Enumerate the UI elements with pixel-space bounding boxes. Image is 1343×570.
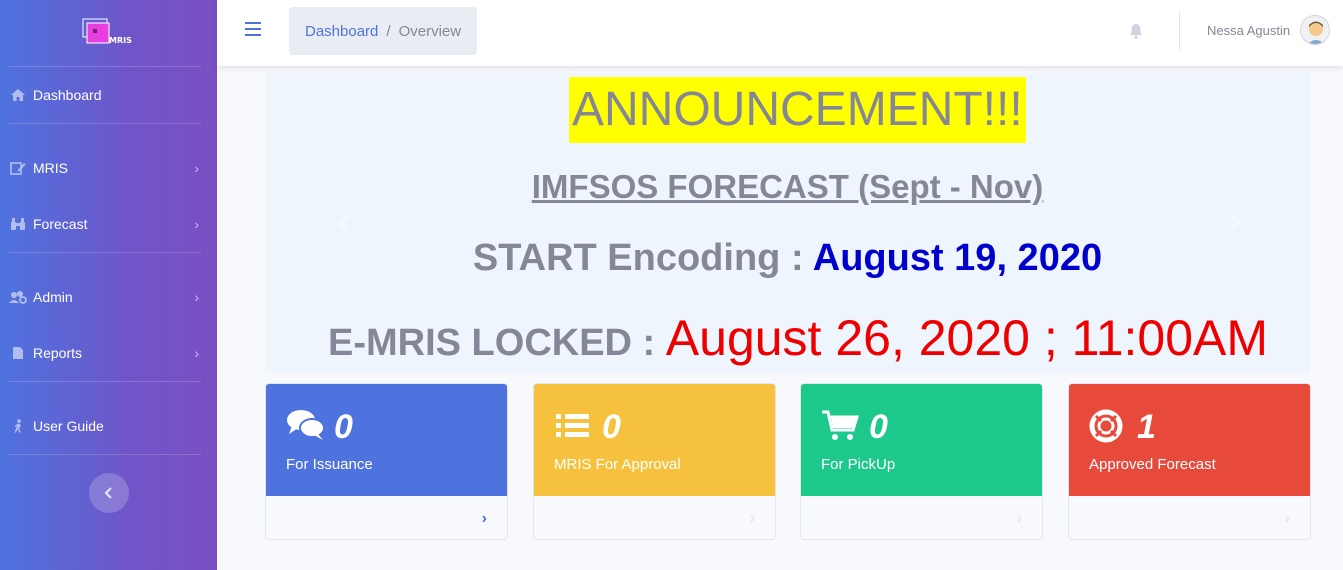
card-label: MRIS For Approval bbox=[554, 456, 681, 473]
announcement-subtitle: IMFSOS FORECAST (Sept - Nov) bbox=[531, 168, 1044, 205]
home-icon bbox=[9, 88, 27, 102]
card-for-pickup: 0 For PickUp › bbox=[800, 383, 1043, 540]
sidebar-item-user-guide[interactable]: User Guide bbox=[0, 398, 217, 454]
sidebar-item-dashboard[interactable]: Dashboard bbox=[0, 67, 217, 123]
locked-label: E-MRIS LOCKED bbox=[328, 322, 632, 364]
topbar: Dashboard / Overview Nessa Agustin bbox=[217, 0, 1343, 66]
card-label: For PickUp bbox=[821, 456, 896, 473]
chevron-right-icon: › bbox=[481, 510, 487, 527]
life-ring-icon bbox=[1089, 408, 1129, 444]
start-encoding-date: August 19, 2020 bbox=[812, 237, 1103, 279]
notifications-button[interactable] bbox=[1127, 22, 1145, 40]
topbar-divider bbox=[1179, 12, 1180, 50]
comments-icon bbox=[286, 408, 326, 444]
edit-icon bbox=[9, 161, 27, 175]
card-header: 1 Approved Forecast bbox=[1069, 384, 1310, 496]
walking-icon bbox=[9, 419, 27, 433]
chevron-right-icon: › bbox=[1016, 510, 1022, 527]
users-cog-icon bbox=[9, 290, 27, 304]
binoculars-icon bbox=[9, 217, 27, 231]
start-encoding-line: START Encoding : August 19, 2020 bbox=[265, 237, 1310, 280]
card-label: Approved Forecast bbox=[1089, 456, 1216, 473]
card-details-link[interactable]: › bbox=[534, 496, 775, 539]
card-mris-for-approval: 0 MRIS For Approval › bbox=[533, 383, 776, 540]
list-icon bbox=[554, 408, 594, 444]
bell-icon bbox=[1130, 24, 1142, 39]
chevron-right-icon: › bbox=[194, 160, 199, 176]
chevron-left-icon bbox=[337, 213, 350, 233]
sidebar-divider bbox=[9, 454, 201, 455]
chevron-left-icon bbox=[104, 487, 112, 499]
breadcrumb-link-dashboard[interactable]: Dashboard bbox=[305, 23, 378, 40]
chevron-right-icon: › bbox=[194, 345, 199, 361]
locked-line: E-MRIS LOCKED : August 26, 2020 ; 11:00A… bbox=[328, 309, 1268, 367]
sidebar-item-mris[interactable]: MRIS › bbox=[0, 140, 217, 196]
avatar[interactable] bbox=[1300, 15, 1330, 45]
card-details-link[interactable]: › bbox=[1069, 496, 1310, 539]
card-count: 0 bbox=[869, 408, 888, 446]
sidebar-item-label: Admin bbox=[33, 289, 73, 305]
carousel-next-button[interactable] bbox=[1227, 213, 1241, 233]
announcement-title: ANNOUNCEMENT!!! bbox=[569, 77, 1026, 143]
breadcrumb-separator: / bbox=[386, 22, 391, 40]
sidebar-item-forecast[interactable]: Forecast › bbox=[0, 196, 217, 252]
locked-separator: : bbox=[632, 322, 666, 364]
user-name[interactable]: Nessa Agustin bbox=[1207, 23, 1290, 38]
sidebar-item-label: MRIS bbox=[33, 160, 68, 176]
sidebar-toggle-button[interactable] bbox=[88, 473, 129, 513]
card-label: For Issuance bbox=[286, 456, 373, 473]
chevron-right-icon bbox=[1228, 213, 1241, 233]
locked-date: August 26, 2020 ; 11:00AM bbox=[665, 310, 1269, 366]
card-header: 0 For Issuance bbox=[266, 384, 507, 496]
hamburger-icon bbox=[245, 22, 261, 24]
card-approved-forecast: 1 Approved Forecast › bbox=[1068, 383, 1311, 540]
card-details-link[interactable]: › bbox=[801, 496, 1042, 539]
carousel-prev-button[interactable] bbox=[337, 213, 351, 233]
breadcrumb-current: Overview bbox=[398, 22, 462, 40]
chevron-right-icon: › bbox=[194, 289, 199, 305]
brand-text: MRIS bbox=[109, 36, 132, 45]
file-icon bbox=[9, 346, 27, 360]
card-details-link[interactable]: › bbox=[266, 496, 507, 539]
sidebar: MRIS Dashboard MRIS › Forecast › Admin › bbox=[0, 0, 217, 570]
sidebar-item-label: Dashboard bbox=[33, 87, 102, 103]
sidebar-item-label: Forecast bbox=[33, 216, 88, 232]
brand-logo[interactable]: MRIS bbox=[0, 0, 217, 66]
menu-toggle-button[interactable] bbox=[245, 22, 261, 38]
sidebar-item-label: User Guide bbox=[33, 418, 104, 434]
start-encoding-separator: : bbox=[780, 237, 813, 279]
card-for-issuance: 0 For Issuance › bbox=[265, 383, 508, 540]
start-encoding-label: START Encoding bbox=[472, 237, 781, 279]
chevron-right-icon: › bbox=[194, 216, 199, 232]
breadcrumb: Dashboard / Overview bbox=[289, 7, 478, 55]
card-count: 0 bbox=[334, 408, 353, 446]
card-header: 0 MRIS For Approval bbox=[534, 384, 775, 496]
sidebar-item-admin[interactable]: Admin › bbox=[0, 269, 217, 325]
chevron-right-icon: › bbox=[749, 510, 755, 527]
cart-icon bbox=[821, 408, 861, 444]
card-count: 0 bbox=[602, 408, 621, 446]
sidebar-item-label: Reports bbox=[33, 345, 83, 361]
card-header: 0 For PickUp bbox=[801, 384, 1042, 496]
card-count: 1 bbox=[1137, 408, 1156, 446]
sidebar-item-reports[interactable]: Reports › bbox=[0, 325, 217, 381]
announcement-carousel: ANNOUNCEMENT!!! IMFSOS FORECAST (Sept - … bbox=[265, 73, 1310, 373]
chevron-right-icon: › bbox=[1284, 510, 1290, 527]
